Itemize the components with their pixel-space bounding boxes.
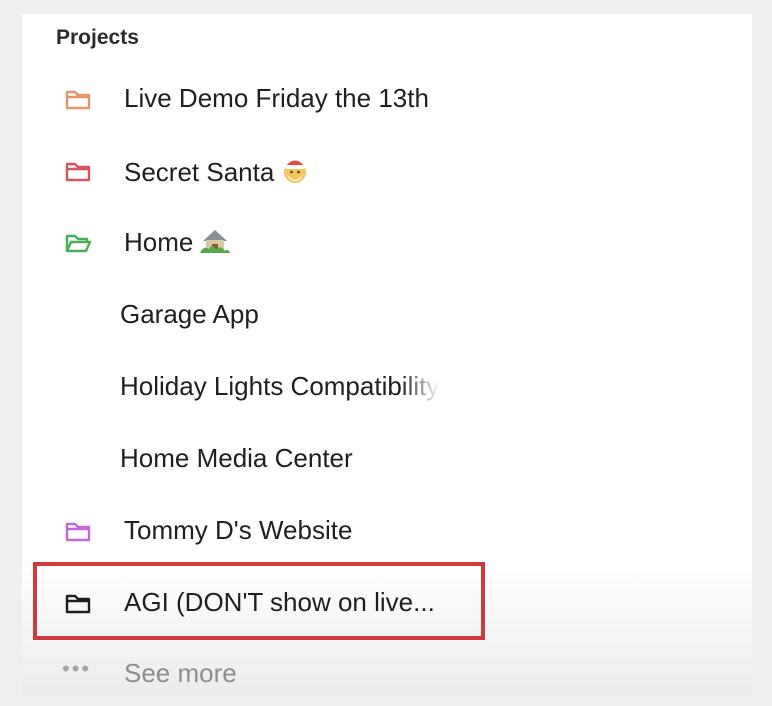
santa-emoji-icon bbox=[280, 155, 310, 185]
see-more-label: See more bbox=[124, 658, 237, 688]
project-item-holiday-lights[interactable]: Holiday Lights Compatibility bbox=[22, 357, 752, 417]
project-item-label: Secret Santa bbox=[124, 157, 275, 187]
projects-panel: Projects Live Demo Friday the 13th Secre… bbox=[22, 14, 752, 694]
highlight-box bbox=[33, 562, 485, 640]
project-item-secret-santa[interactable]: Secret Santa bbox=[22, 141, 752, 201]
project-item-label: Home Media Center bbox=[120, 443, 353, 473]
project-item-tommy-website[interactable]: Tommy D's Website bbox=[22, 501, 752, 561]
project-item-label: Home bbox=[124, 227, 194, 257]
more-dots-icon: ••• bbox=[62, 656, 92, 681]
see-more-button[interactable]: ••• See more bbox=[22, 650, 752, 694]
project-item-label: Tommy D's Website bbox=[124, 515, 353, 545]
project-item-label: Garage App bbox=[120, 299, 259, 329]
project-item-live-demo[interactable]: Live Demo Friday the 13th bbox=[22, 69, 752, 129]
project-item-garage-app[interactable]: Garage App bbox=[22, 285, 752, 345]
project-item-label: Live Demo Friday the 13th bbox=[124, 83, 429, 113]
house-emoji-icon bbox=[199, 227, 231, 255]
project-item-home-media-center[interactable]: Home Media Center bbox=[22, 429, 752, 489]
project-item-home[interactable]: Home bbox=[22, 213, 752, 273]
folder-icon bbox=[64, 87, 92, 111]
folder-open-icon bbox=[64, 231, 92, 255]
folder-icon bbox=[64, 519, 92, 543]
project-item-label: Holiday Lights Compatibility bbox=[120, 371, 440, 401]
projects-section-title: Projects bbox=[56, 26, 139, 49]
folder-icon bbox=[64, 159, 92, 183]
